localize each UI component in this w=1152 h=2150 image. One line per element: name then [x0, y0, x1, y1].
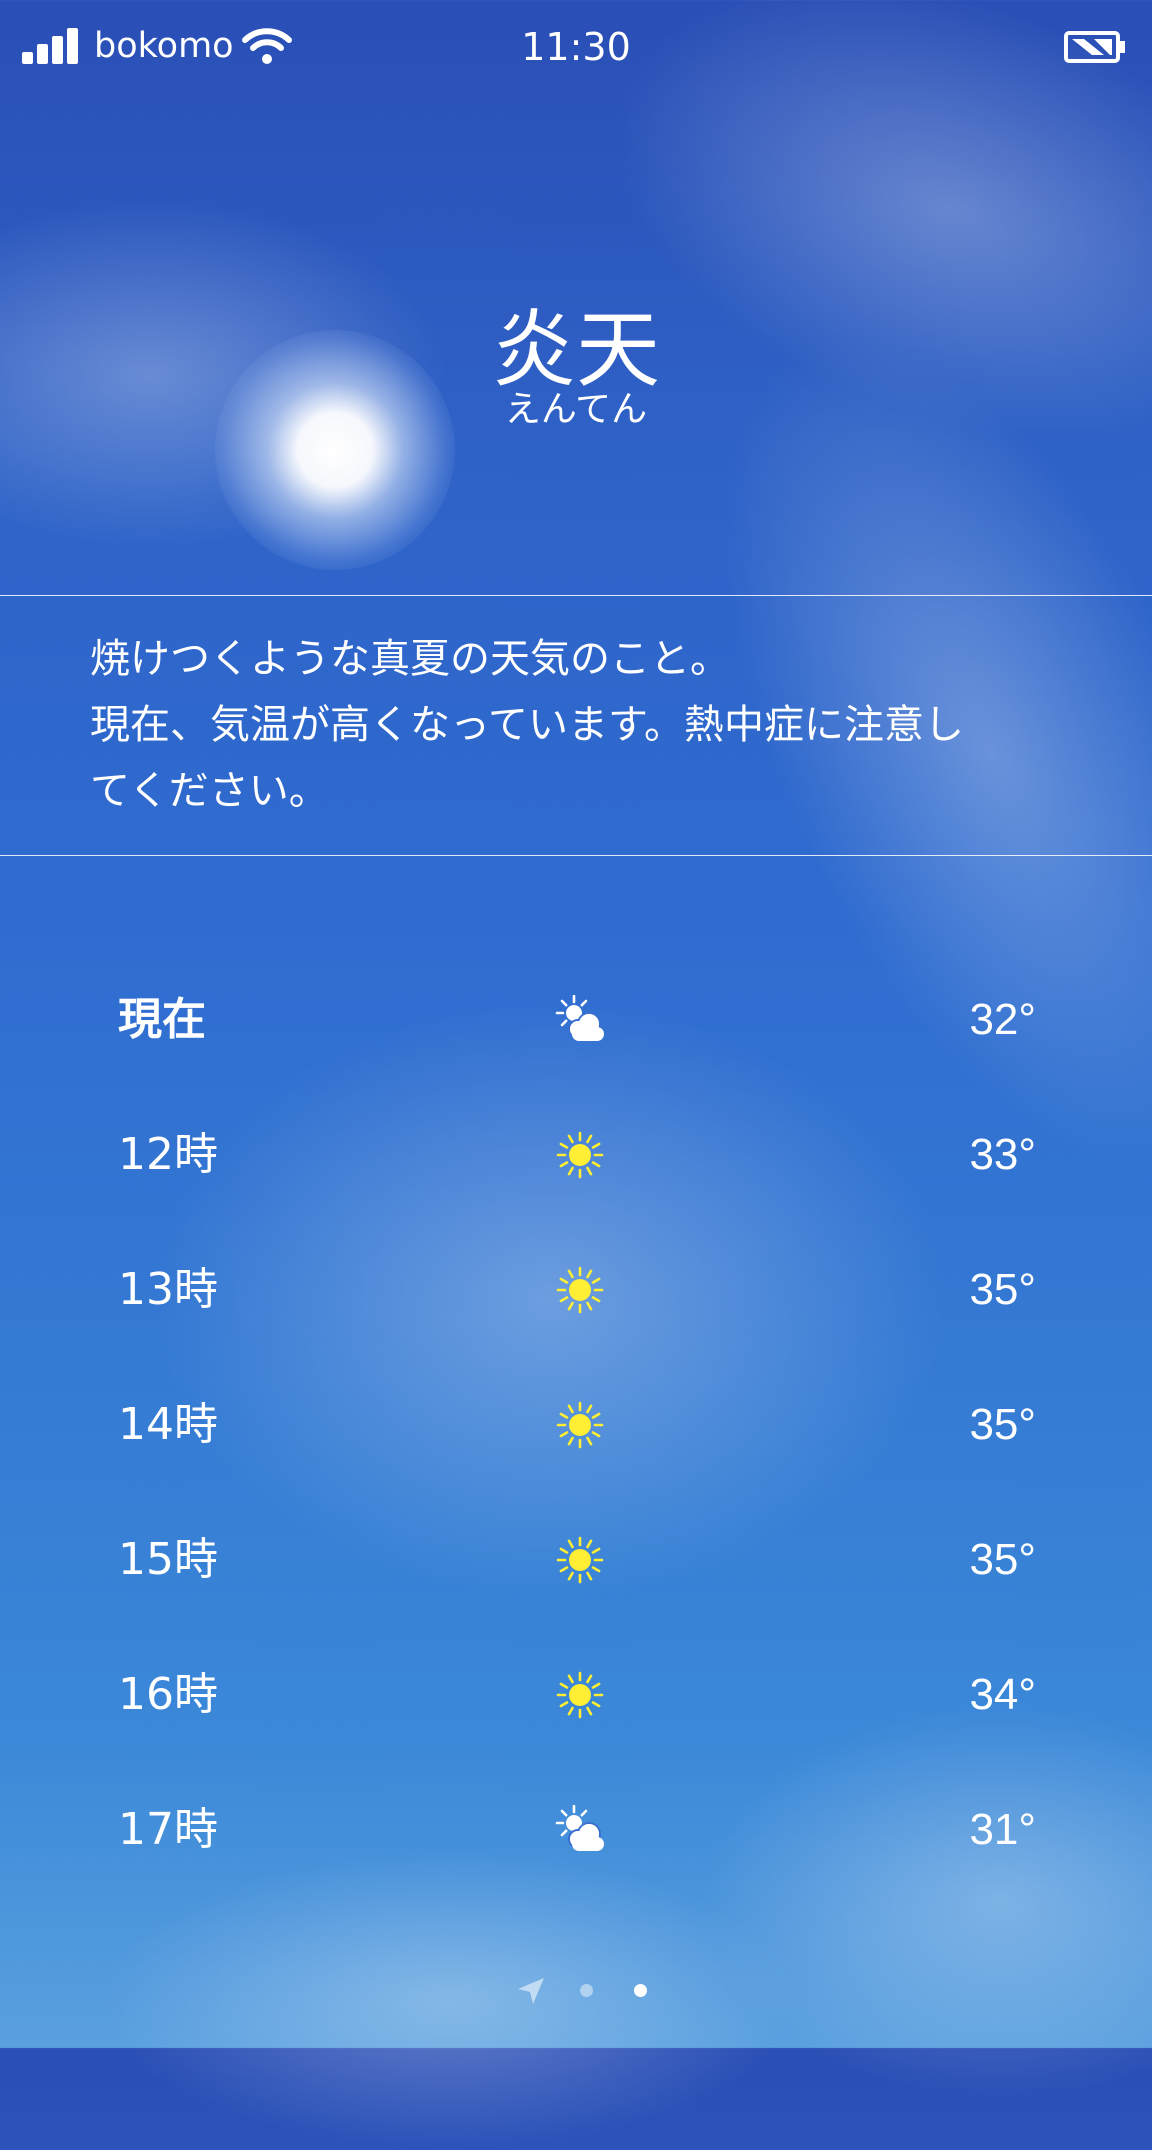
description-line: てください。 — [90, 768, 329, 814]
forecast-row: 14時 35° — [0, 1385, 1152, 1465]
sun-icon — [552, 1670, 608, 1720]
description-line: 焼けつくような真夏の天気のこと。 — [90, 636, 730, 682]
location-arrow-icon[interactable] — [516, 1976, 546, 2006]
divider-bottom — [0, 855, 1152, 856]
forecast-time: 現在 — [118, 994, 206, 1045]
page-dot[interactable] — [580, 1984, 593, 1997]
forecast-temperature: 31° — [969, 1805, 1036, 1854]
forecast-time: 14時 — [118, 1399, 218, 1450]
divider-top — [0, 595, 1152, 596]
forecast-row: 現在 32° — [0, 980, 1152, 1060]
sun-icon — [552, 1130, 608, 1180]
partly-sunny-icon — [552, 994, 608, 1045]
page-title: 炎天 — [491, 301, 660, 399]
weather-description: 焼けつくような真夏の天気のこと。 現在、気温が高くなっています。熱中症に注意し … — [90, 626, 1090, 824]
page-dot[interactable] — [634, 1984, 647, 1997]
sun-icon — [552, 1535, 608, 1585]
carrier-name: bokomo — [94, 26, 234, 66]
forecast-row: 17時 31° — [0, 1790, 1152, 1870]
description-line: 現在、気温が高くなっています。熱中症に注意し — [90, 702, 964, 748]
forecast-temperature: 35° — [969, 1535, 1036, 1584]
battery-icon — [1064, 31, 1125, 63]
forecast-time: 13時 — [118, 1264, 218, 1315]
forecast-row: 15時 35° — [0, 1520, 1152, 1600]
forecast-temperature: 33° — [969, 1130, 1036, 1179]
page-indicator[interactable] — [510, 1968, 660, 2012]
status-time: 11:30 — [521, 25, 631, 69]
sun-icon — [552, 1265, 608, 1315]
sun-icon — [552, 1400, 608, 1450]
forecast-temperature: 35° — [969, 1265, 1036, 1314]
forecast-temperature: 32° — [969, 995, 1036, 1044]
forecast-row: 13時 35° — [0, 1250, 1152, 1330]
partly-sunny-icon — [552, 1804, 608, 1855]
forecast-temperature: 35° — [969, 1400, 1036, 1449]
cellular-signal-icon — [22, 28, 80, 64]
forecast-time: 16時 — [118, 1669, 218, 1720]
forecast-time: 17時 — [118, 1804, 218, 1855]
status-bar: bokomo 11:30 — [0, 0, 1152, 96]
forecast-row: 16時 34° — [0, 1655, 1152, 1735]
title-reading: えんてん — [504, 389, 648, 430]
forecast-time: 15時 — [118, 1534, 218, 1585]
forecast-row: 12時 33° — [0, 1115, 1152, 1195]
wifi-icon — [242, 28, 292, 64]
forecast-temperature: 34° — [969, 1670, 1036, 1719]
forecast-time: 12時 — [118, 1129, 218, 1180]
